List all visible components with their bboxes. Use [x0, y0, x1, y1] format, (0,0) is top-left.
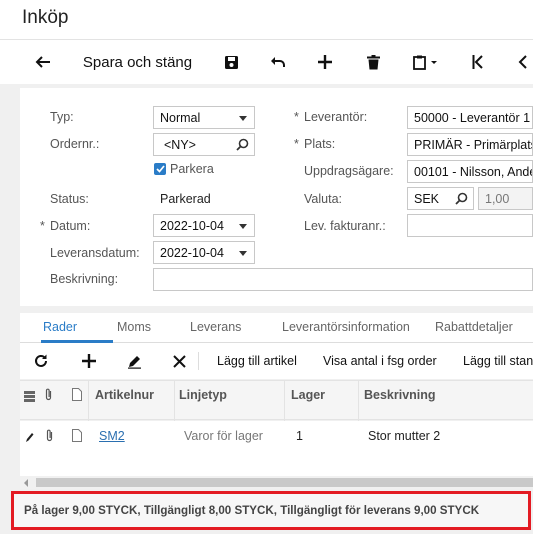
- park-checkbox[interactable]: [154, 163, 166, 175]
- date-field[interactable]: 2022-10-04: [153, 214, 255, 237]
- title-bar: Inköp: [0, 0, 533, 40]
- search-icon[interactable]: [455, 192, 468, 208]
- owner-value: 00101 - Nilsson, Ande: [414, 165, 533, 179]
- delivery-date-label: Leveransdatum:: [50, 246, 140, 260]
- first-record-icon[interactable]: [466, 40, 490, 84]
- column-header-description[interactable]: Beskrivning: [364, 388, 436, 402]
- horizontal-scrollbar[interactable]: [20, 476, 533, 489]
- supplier-invoice-field[interactable]: [407, 214, 533, 237]
- tab-leverans[interactable]: Leverans: [190, 320, 241, 334]
- save-and-close-button[interactable]: Spara och stäng: [80, 40, 195, 84]
- supplier-label: Leverantör:: [294, 110, 367, 124]
- supplier-value: 50000 - Leverantör 1: [414, 111, 531, 125]
- type-select[interactable]: Normal: [153, 106, 255, 129]
- refresh-icon[interactable]: [34, 343, 48, 379]
- supplier-field[interactable]: 50000 - Leverantör 1: [407, 106, 533, 129]
- edit-icon[interactable]: [127, 343, 142, 379]
- location-field[interactable]: PRIMÄR - Primärplats: [407, 133, 533, 156]
- column-divider: [88, 381, 89, 421]
- column-header-line-type[interactable]: Linjetyp: [179, 388, 227, 402]
- item-link[interactable]: SM2: [99, 429, 125, 443]
- page-title: Inköp: [22, 7, 69, 28]
- description-cell: Stor mutter 2: [368, 429, 441, 443]
- left-edge: [0, 84, 20, 534]
- description-label: Beskrivning:: [50, 272, 119, 286]
- description-field[interactable]: [153, 268, 533, 291]
- line-type-cell: Varor för lager: [184, 429, 263, 443]
- attachment-icon: [44, 388, 53, 406]
- grid-toolbar: Lägg till artikel Visa antal i fsg order…: [20, 343, 533, 379]
- search-icon[interactable]: [236, 138, 249, 154]
- main-toolbar: Spara och stäng: [0, 40, 533, 84]
- chevron-down-icon: [239, 251, 247, 256]
- row-note-icon[interactable]: [72, 429, 82, 447]
- owner-label: Uppdragsägare:: [304, 164, 394, 178]
- chevron-down-icon: [239, 116, 247, 121]
- delete-icon[interactable]: [361, 40, 385, 84]
- tab-rader[interactable]: Rader: [43, 320, 77, 334]
- grid-header: Artikelnur Linjetyp Lager Beskrivning: [20, 380, 533, 421]
- grid-empty-area: [20, 453, 533, 476]
- column-divider: [174, 381, 175, 421]
- order-nr-label: Ordernr.:: [50, 137, 100, 151]
- column-header-warehouse[interactable]: Lager: [291, 388, 325, 402]
- status-value: Parkerad: [160, 192, 211, 206]
- edit-row-icon[interactable]: [25, 430, 34, 448]
- location-value: PRIMÄR - Primärplats: [414, 138, 533, 152]
- date-label: Datum:: [40, 219, 90, 233]
- date-value: 2022-10-04: [160, 219, 224, 233]
- currency-rate-field[interactable]: 1,00: [478, 187, 533, 210]
- owner-field[interactable]: 00101 - Nilsson, Ande: [407, 160, 533, 183]
- undo-icon[interactable]: [266, 40, 290, 84]
- summary-form: Typ: Normal Ordernr.: <NY> Parkera Statu…: [20, 88, 533, 306]
- location-label: Plats:: [294, 137, 335, 151]
- currency-field[interactable]: SEK: [407, 187, 474, 210]
- order-nr-field[interactable]: <NY>: [153, 133, 255, 156]
- type-label: Typ:: [50, 110, 74, 124]
- scroll-left-icon[interactable]: [24, 479, 28, 487]
- supplier-invoice-label: Lev. fakturanr.:: [304, 219, 386, 233]
- previous-record-icon[interactable]: [514, 40, 530, 84]
- purchase-order-screen: Inköp Spara och stäng Typ: Normal Ordern…: [0, 0, 533, 534]
- column-divider: [358, 381, 359, 421]
- detail-tabs: Rader Moms Leverans Leverantörsinformati…: [20, 313, 533, 343]
- table-row[interactable]: SM2 Varor för lager 1 Stor mutter 2: [20, 421, 533, 453]
- currency-label: Valuta:: [304, 192, 342, 206]
- scrollbar-thumb[interactable]: [36, 478, 533, 487]
- close-icon[interactable]: [173, 343, 186, 379]
- status-label: Status:: [50, 192, 89, 206]
- clipboard-icon[interactable]: [408, 40, 444, 84]
- show-qty-button[interactable]: Visa antal i fsg order: [323, 343, 437, 379]
- add-row-icon[interactable]: [82, 343, 96, 379]
- park-label: Parkera: [170, 162, 214, 176]
- row-attachment-icon[interactable]: [45, 429, 54, 447]
- tab-moms[interactable]: Moms: [117, 320, 151, 334]
- add-standard-button[interactable]: Lägg till stan: [463, 343, 533, 379]
- chevron-down-icon: [239, 224, 247, 229]
- back-arrow-icon[interactable]: [30, 40, 56, 84]
- delivery-date-value: 2022-10-04: [160, 246, 224, 260]
- add-icon[interactable]: [313, 40, 337, 84]
- warehouse-cell: 1: [296, 429, 303, 443]
- add-item-button[interactable]: Lägg till artikel: [217, 343, 297, 379]
- availability-status-bar: På lager 9,00 STYCK, Tillgängligt 8,00 S…: [11, 491, 531, 530]
- currency-rate-value: 1,00: [485, 192, 510, 206]
- tab-rabattdetaljer[interactable]: Rabattdetaljer: [435, 320, 513, 334]
- delivery-date-field[interactable]: 2022-10-04: [153, 241, 255, 264]
- tab-leverantorsinformation[interactable]: Leverantörsinformation: [282, 320, 410, 334]
- toolbar-divider: [198, 352, 199, 370]
- column-divider: [284, 381, 285, 421]
- note-icon: [72, 388, 82, 406]
- type-value: Normal: [160, 111, 201, 125]
- currency-value: SEK: [414, 192, 440, 206]
- availability-text: På lager 9,00 STYCK, Tillgängligt 8,00 S…: [24, 504, 480, 517]
- row-list-icon: [24, 389, 35, 407]
- column-header-item[interactable]: Artikelnur: [95, 388, 154, 402]
- save-icon[interactable]: [219, 40, 243, 84]
- order-nr-value: <NY>: [164, 138, 196, 152]
